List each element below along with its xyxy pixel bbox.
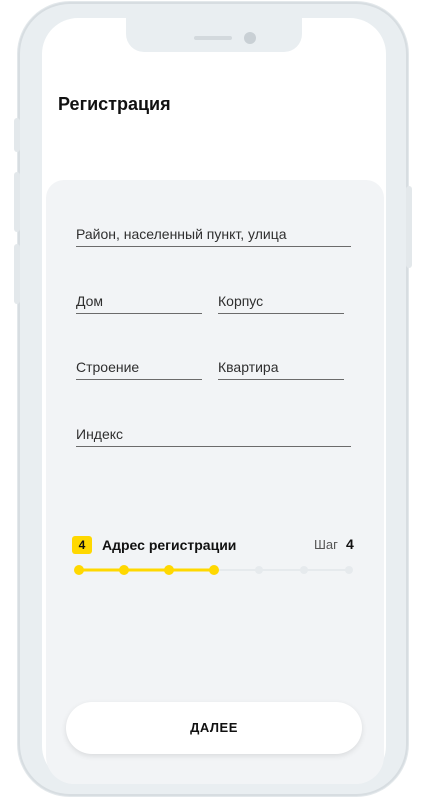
apartment-input[interactable] xyxy=(218,359,344,375)
house-input[interactable] xyxy=(76,293,202,309)
step-number: 4 xyxy=(346,536,354,552)
structure-field xyxy=(76,351,202,380)
progress-dot-complete xyxy=(119,565,129,575)
next-button[interactable]: ДАЛЕЕ xyxy=(66,702,362,754)
progress-dot-pending xyxy=(300,566,308,574)
apartment-field xyxy=(218,351,344,380)
form-card xyxy=(46,180,384,784)
zip-field xyxy=(76,418,351,447)
speaker xyxy=(194,36,232,40)
zip-input[interactable] xyxy=(76,426,351,442)
structure-input[interactable] xyxy=(76,359,202,375)
building-input[interactable] xyxy=(218,293,344,309)
step-label: Адрес регистрации xyxy=(102,537,237,553)
side-button xyxy=(14,172,20,232)
progress-dot-complete xyxy=(164,565,174,575)
step-progress xyxy=(74,565,353,575)
side-button xyxy=(14,118,20,152)
progress-dot-pending xyxy=(345,566,353,574)
notch xyxy=(126,18,302,52)
progress-dot-pending xyxy=(255,566,263,574)
progress-dot-complete xyxy=(74,565,84,575)
side-button xyxy=(406,186,412,268)
building-field xyxy=(218,285,344,314)
step-badge: 4 xyxy=(72,536,92,554)
device-mockup: Регистрация 4 Адрес регистрации Шаг 4 ДА… xyxy=(0,0,428,800)
camera xyxy=(244,32,256,44)
progress-dot-complete xyxy=(209,565,219,575)
page-title: Регистрация xyxy=(58,94,171,114)
address-input[interactable] xyxy=(76,226,351,242)
house-field xyxy=(76,285,202,314)
address-field xyxy=(76,218,351,247)
step-word: Шаг xyxy=(314,537,338,552)
side-button xyxy=(14,244,20,304)
